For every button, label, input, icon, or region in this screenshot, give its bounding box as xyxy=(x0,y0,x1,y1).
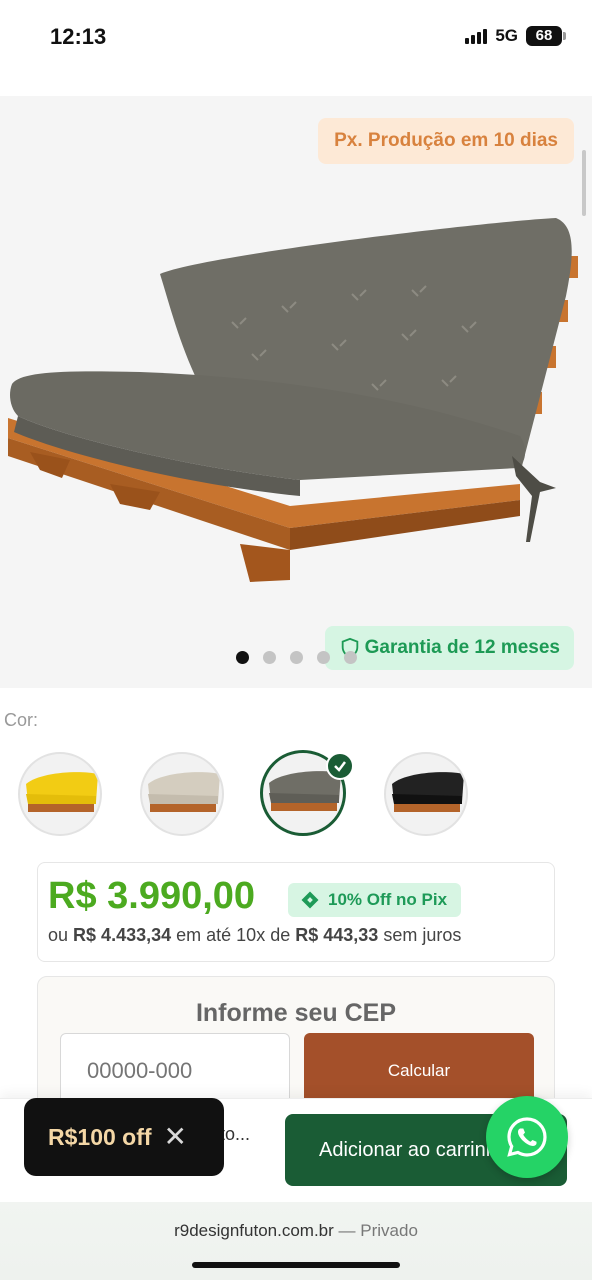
swatch-black[interactable] xyxy=(384,752,468,836)
futon-beige-thumbnail xyxy=(148,772,220,812)
installment-value: R$ 443,33 xyxy=(295,925,379,945)
image-carousel-dots xyxy=(236,651,357,664)
production-badge: Px. Produção em 10 dias xyxy=(318,118,574,164)
product-image[interactable] xyxy=(0,96,592,688)
futon-yellow-thumbnail xyxy=(26,772,98,812)
warranty-badge: Garantia de 12 meses xyxy=(324,626,574,670)
selected-check-icon xyxy=(326,752,354,780)
battery-icon: 68 xyxy=(526,26,566,46)
color-swatches xyxy=(18,750,478,842)
status-bar: 12:13 5G 68 xyxy=(0,0,592,76)
price-value: R$ 3.990,00 xyxy=(48,875,256,917)
domain-text: r9designfuton.com.br xyxy=(174,1221,334,1240)
cep-title: Informe seu CEP xyxy=(195,999,397,1027)
carousel-dot[interactable] xyxy=(236,651,249,664)
whatsapp-button[interactable] xyxy=(486,1096,568,1178)
swatch-beige[interactable] xyxy=(140,752,224,836)
sticky-product-name: to... xyxy=(220,1124,251,1144)
installments-text: ou R$ 4.433,34 em até 10x de R$ 443,33 s… xyxy=(48,925,461,946)
carousel-dot[interactable] xyxy=(317,651,330,664)
status-time: 12:13 xyxy=(50,24,107,49)
full-price: R$ 4.433,34 xyxy=(73,925,172,945)
warranty-label: Garantia de 12 meses xyxy=(364,637,560,658)
color-label: Cor: xyxy=(4,710,39,730)
carousel-dot[interactable] xyxy=(290,651,303,664)
scrollbar[interactable] xyxy=(582,150,586,216)
pix-discount-badge: 10% Off no Pix xyxy=(288,883,462,917)
swatch-yellow[interactable] xyxy=(18,752,102,836)
whatsapp-icon xyxy=(507,1117,547,1157)
status-indicators: 5G 68 xyxy=(465,26,566,46)
installments-mid: em até 10x de xyxy=(176,925,291,945)
installments-suffix: sem juros xyxy=(383,925,462,945)
price-box: R$ 3.990,00 10% Off no Pix ou R$ 4.433,3… xyxy=(37,862,555,962)
pix-icon xyxy=(301,891,319,909)
network-type: 5G xyxy=(495,26,518,45)
coupon-popup[interactable]: R$100 off ✕ xyxy=(24,1098,224,1176)
browser-address-bar xyxy=(0,1202,592,1280)
page: 12:13 5G 68 Px. Produção em 10 dias Gara… xyxy=(0,0,592,1280)
carousel-dot[interactable] xyxy=(344,651,357,664)
close-icon[interactable]: ✕ xyxy=(164,1123,187,1151)
carousel-dot[interactable] xyxy=(263,651,276,664)
futon-illustration xyxy=(0,96,592,688)
pix-badge-label: 10% Off no Pix xyxy=(328,890,448,909)
coupon-label: R$100 off xyxy=(48,1123,152,1150)
home-indicator[interactable] xyxy=(192,1262,400,1268)
url-display[interactable]: r9designfuton.com.br — Privado xyxy=(0,1221,592,1241)
installments-prefix: ou xyxy=(48,925,69,945)
futon-black-thumbnail xyxy=(392,772,464,812)
private-mode-text: — Privado xyxy=(338,1221,418,1240)
signal-icon xyxy=(465,28,488,44)
